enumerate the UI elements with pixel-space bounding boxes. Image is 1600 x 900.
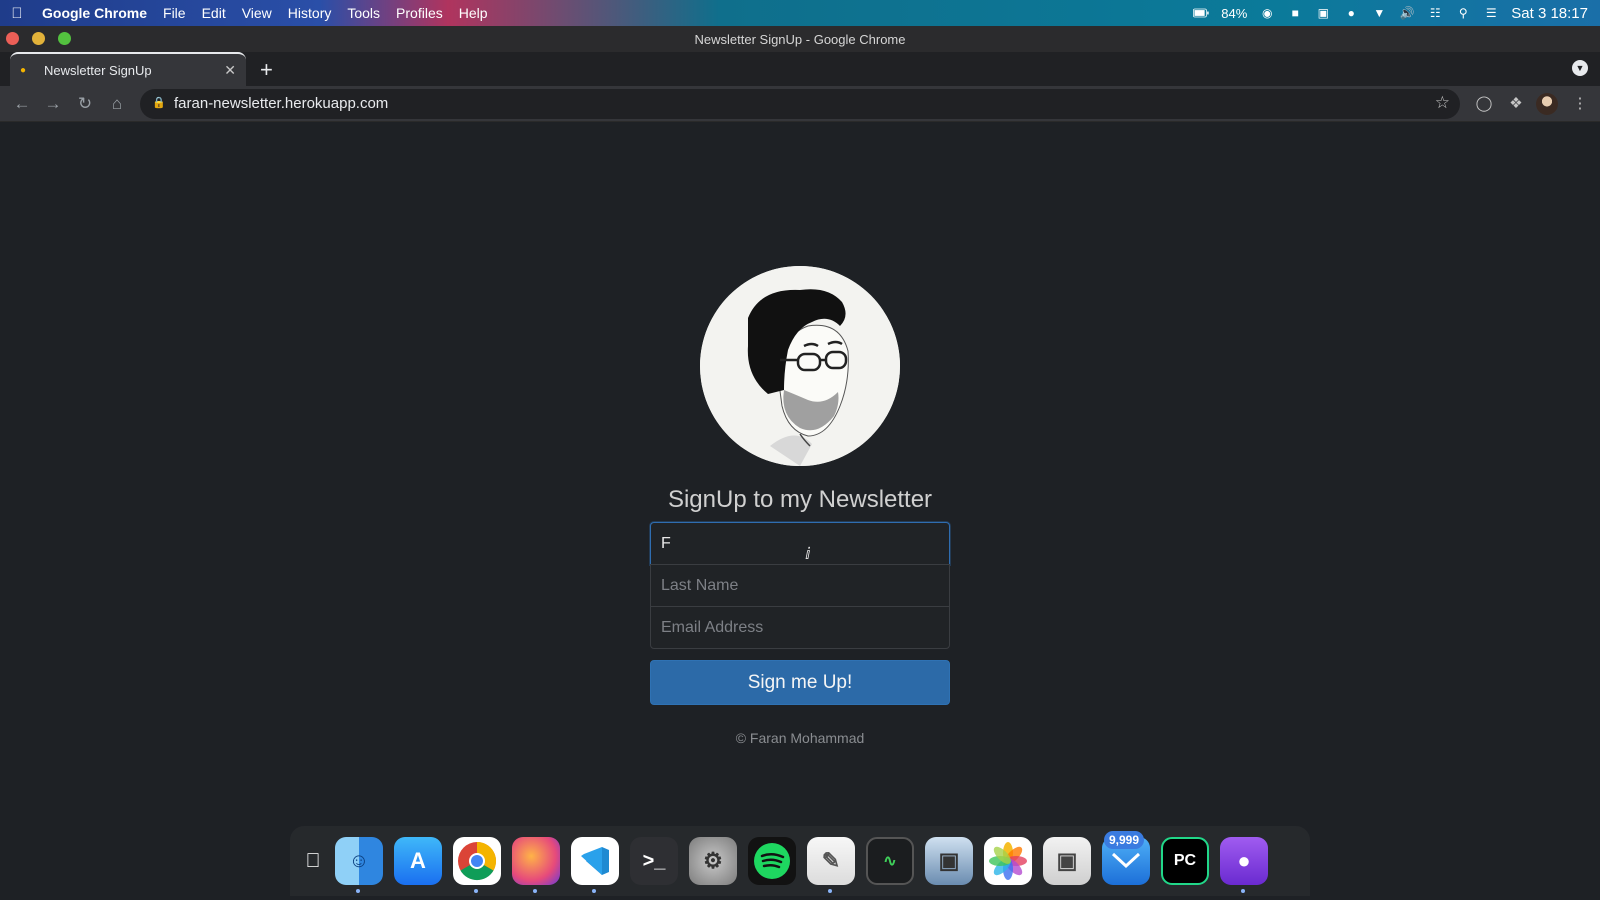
tab-title: Newsletter SignUp [44, 62, 152, 78]
volume-icon[interactable]: 🔊 [1399, 5, 1415, 21]
firefox-icon[interactable] [512, 837, 560, 893]
extensions-puzzle-icon[interactable]: ❖ [1504, 92, 1528, 116]
menu-app-name[interactable]: Google Chrome [34, 5, 155, 21]
battery-percent: 84% [1221, 5, 1248, 21]
app-status-icon[interactable]: ■ [1287, 5, 1303, 21]
running-indicator [1241, 889, 1245, 893]
signup-form: ⅈ Sign me Up! [650, 522, 950, 705]
apple-menu-icon[interactable]:  [0, 5, 34, 22]
web-page-content: SignUp to my Newsletter ⅈ Sign me Up! © … [0, 122, 1600, 900]
status-area: 84% ◉ ■ ▣ ● ▼ 🔊 ☷ ⚲ ☰ Sat 3 18:17 [1193, 0, 1588, 26]
site-favicon-icon: ● [20, 64, 27, 76]
window-title: Newsletter SignUp - Google Chrome [694, 32, 906, 47]
running-indicator [474, 889, 478, 893]
running-indicator [533, 889, 537, 893]
chrome-menu-icon[interactable]: ⋮ [1568, 92, 1592, 116]
forward-arrow-icon[interactable]: → [41, 92, 65, 116]
macos-dock:  ☺ A >_ ⚙ ✎ ∿ ▣ ▣ 9,999 PC ● [290, 826, 1310, 896]
vscode-icon[interactable] [571, 837, 619, 893]
menu-profiles[interactable]: Profiles [388, 5, 451, 21]
first-name-input[interactable] [650, 522, 950, 565]
window-title-bar: Newsletter SignUp - Google Chrome [0, 26, 1600, 52]
app-store-icon[interactable]: A [394, 837, 442, 885]
vpn-icon[interactable]: ◉ [1259, 5, 1275, 21]
apple-dock-icon[interactable]:  [302, 837, 324, 885]
photos-icon[interactable] [984, 837, 1032, 885]
running-indicator [592, 889, 596, 893]
tab-newsletter-signup[interactable]: ● Newsletter SignUp ✕ [10, 52, 246, 86]
running-indicator [828, 889, 832, 893]
mail-client-icon[interactable]: 9,999 [1102, 831, 1150, 885]
image-capture-icon[interactable]: ▣ [925, 837, 973, 885]
unread-count-badge: 9,999 [1104, 831, 1145, 849]
lock-icon[interactable]: 🔒 [152, 96, 166, 109]
textedit-icon[interactable]: ✎ [807, 837, 855, 893]
spotlight-search-icon[interactable]: ⚲ [1455, 5, 1471, 21]
browser-toolbar: ← → ↻ ⌂ 🔒 faran-newsletter.herokuapp.com… [0, 86, 1600, 122]
home-icon[interactable]: ⌂ [105, 92, 129, 116]
finder-icon[interactable]: ☺ [335, 837, 383, 893]
profile-avatar[interactable] [1536, 93, 1558, 115]
menu-help[interactable]: Help [451, 5, 496, 21]
menu-tools[interactable]: Tools [339, 5, 388, 21]
email-input[interactable] [650, 606, 950, 649]
author-portrait-illustration [700, 266, 900, 466]
terminal-icon[interactable]: >_ [630, 837, 678, 885]
menubar-clock[interactable]: Sat 3 18:17 [1511, 5, 1588, 22]
tab-strip: ● Newsletter SignUp ✕ + ▼ [0, 52, 1600, 86]
battery-icon[interactable] [1193, 5, 1209, 21]
control-center-icon[interactable]: ☰ [1483, 5, 1499, 21]
dropdown-icon[interactable]: ▼ [1371, 5, 1387, 21]
last-name-input[interactable] [650, 564, 950, 607]
close-tab-icon[interactable]: ✕ [224, 62, 236, 79]
menu-edit[interactable]: Edit [194, 5, 234, 21]
reload-icon[interactable]: ↻ [73, 92, 97, 116]
bookmark-star-icon[interactable]: ☆ [1435, 93, 1450, 113]
system-preferences-gear-icon[interactable]: ⚙ [689, 837, 737, 885]
wifi-icon[interactable]: ☷ [1427, 5, 1443, 21]
spotify-icon[interactable] [748, 837, 796, 885]
address-bar[interactable]: 🔒 faran-newsletter.herokuapp.com ☆ [140, 89, 1460, 119]
menu-history[interactable]: History [280, 5, 340, 21]
microphone-icon[interactable]: ● [1343, 5, 1359, 21]
new-tab-icon[interactable]: + [260, 57, 273, 83]
screen-recorder-camera-icon[interactable]: ● [1220, 837, 1268, 893]
macos-menu-bar:  Google Chrome File Edit View History T… [0, 0, 1600, 26]
tab-search-icon[interactable]: ▼ [1572, 60, 1588, 76]
running-indicator [356, 889, 360, 893]
pycharm-icon[interactable]: PC [1161, 837, 1209, 885]
screenshot-icon[interactable]: ▣ [1043, 837, 1091, 885]
back-arrow-icon[interactable]: ← [10, 92, 34, 116]
terminal-status-icon[interactable]: ▣ [1315, 5, 1331, 21]
sign-me-up-button[interactable]: Sign me Up! [650, 660, 950, 705]
page-footer: © Faran Mohammad [735, 730, 865, 746]
menu-file[interactable]: File [155, 5, 194, 21]
activity-monitor-icon[interactable]: ∿ [866, 837, 914, 885]
page-heading: SignUp to my Newsletter [667, 486, 933, 513]
incognito-extension-icon[interactable]: ◯ [1472, 92, 1496, 116]
chrome-icon[interactable] [453, 837, 501, 893]
address-url[interactable]: faran-newsletter.herokuapp.com [174, 95, 388, 112]
menu-view[interactable]: View [234, 5, 280, 21]
